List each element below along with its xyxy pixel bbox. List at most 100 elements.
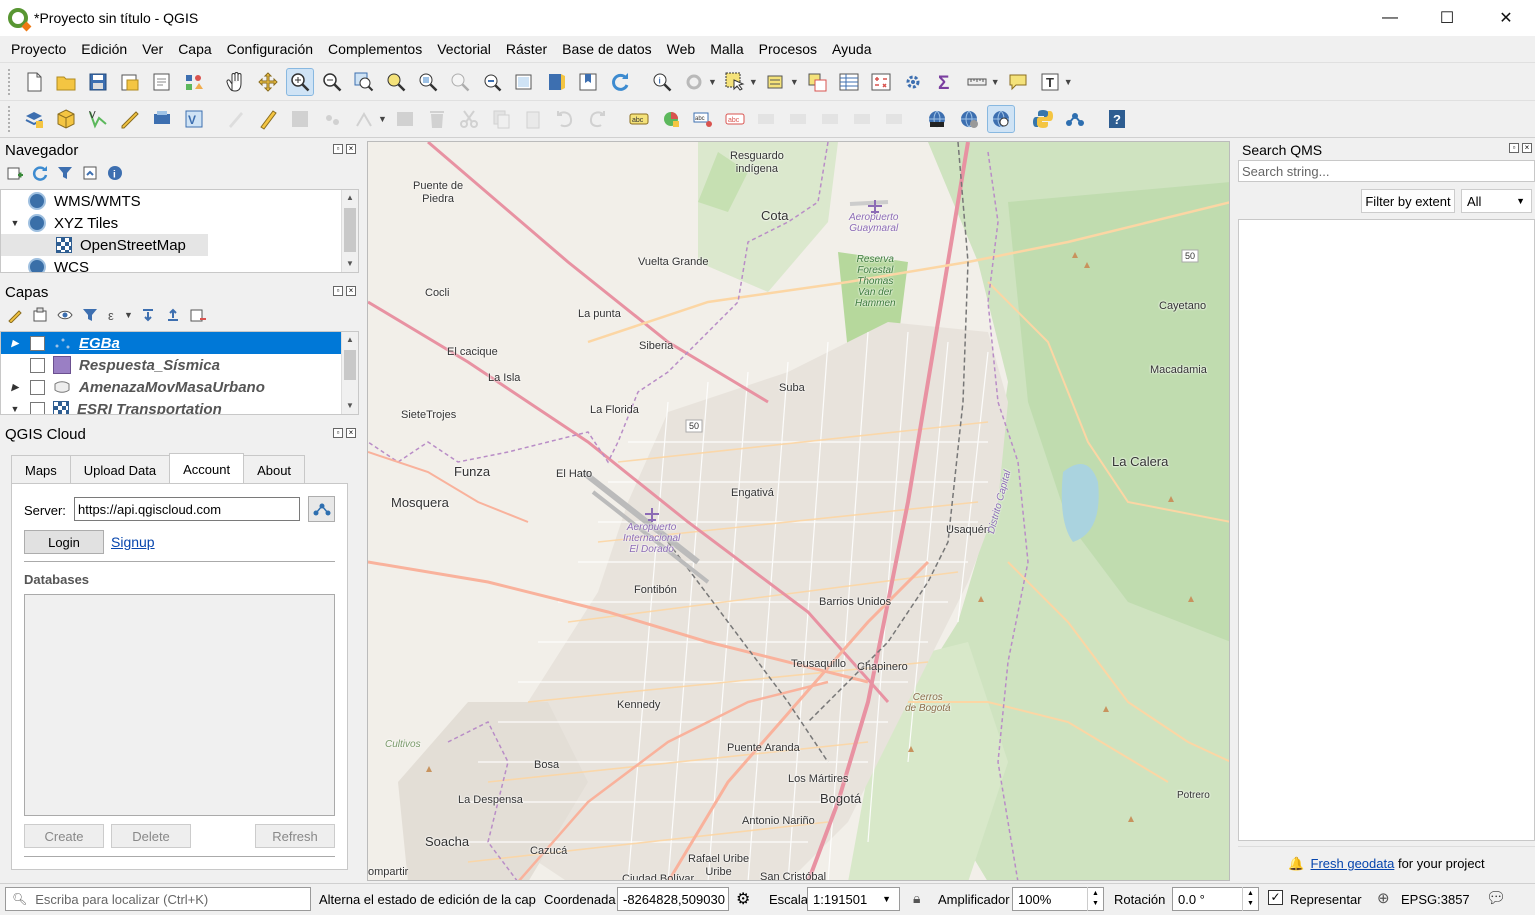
undo-icon[interactable] (551, 105, 579, 133)
layer-item-esri-transportation[interactable]: ▼ ESRI Transportation (1, 398, 358, 414)
tab-maps[interactable]: Maps (11, 455, 71, 484)
add-layer-icon[interactable] (6, 164, 24, 182)
signup-link[interactable]: Signup (111, 534, 155, 550)
python-console-icon[interactable] (1029, 105, 1057, 133)
chevron-down-icon[interactable]: ▼ (790, 77, 799, 87)
tree-item-wcs[interactable]: WCS (1, 256, 358, 272)
attribute-table-icon[interactable] (835, 68, 863, 96)
add-group-icon[interactable] (31, 306, 49, 324)
render-checkbox[interactable]: ✓ (1268, 890, 1283, 905)
magnifier-input[interactable]: 100% ▲ ▼ (1012, 887, 1104, 911)
bookmark-icon[interactable] (574, 68, 602, 96)
close-icon[interactable]: × (346, 144, 356, 154)
layer-visibility-checkbox[interactable] (30, 379, 45, 395)
chevron-right-icon[interactable]: ▶ (8, 382, 22, 393)
coordinate-input[interactable]: -8264828,509030 (617, 887, 729, 911)
layer-item-amenaza[interactable]: ▶ AmenazaMovMasaUrbano (1, 376, 358, 398)
collapse-all-icon[interactable] (164, 306, 182, 324)
chevron-down-icon[interactable]: ▼ (8, 218, 22, 228)
labeling-icon[interactable]: abc (625, 105, 653, 133)
layer-visibility-checkbox[interactable] (30, 335, 45, 351)
menu-raster[interactable]: Ráster (498, 36, 554, 62)
close-icon[interactable]: × (346, 428, 356, 438)
menu-base-de-datos[interactable]: Base de datos (554, 36, 659, 62)
style-manager-icon[interactable] (180, 68, 208, 96)
remove-layer-icon[interactable] (189, 306, 207, 324)
search-qms-icon[interactable] (986, 105, 1015, 133)
toggle-editing-icon[interactable] (254, 105, 282, 133)
select-features-icon[interactable] (721, 68, 749, 96)
scroll-up-icon[interactable]: ▲ (342, 332, 358, 348)
pin-labels-icon[interactable]: abc (689, 105, 717, 133)
quickmapservices-icon[interactable] (923, 105, 951, 133)
copy-features-icon[interactable] (487, 105, 515, 133)
crs-globe-icon[interactable]: ⊕ (1377, 889, 1390, 907)
qgis-cloud-icon[interactable] (1061, 105, 1089, 133)
qgis-cloud-logo-button[interactable] (308, 496, 335, 522)
login-button[interactable]: Login (24, 530, 104, 554)
data-source-manager-icon[interactable] (20, 105, 48, 133)
tree-item-xyz-tiles[interactable]: ▼ XYZ Tiles (1, 212, 358, 234)
layout-manager-icon[interactable] (148, 68, 176, 96)
chevron-down-icon[interactable]: ▼ (8, 404, 22, 414)
pan-map-icon[interactable] (222, 68, 250, 96)
add-point-icon[interactable] (318, 105, 346, 133)
menu-configuracion[interactable]: Configuración (219, 36, 320, 62)
label-properties-icon[interactable] (881, 105, 909, 133)
float-icon[interactable]: ▫ (1509, 143, 1519, 153)
text-annotation-icon[interactable]: T (1036, 68, 1064, 96)
chevron-down-icon[interactable]: ▼ (749, 77, 758, 87)
deselect-all-icon[interactable] (803, 68, 831, 96)
refresh-icon[interactable] (606, 68, 634, 96)
chevron-down-icon[interactable]: ▼ (378, 114, 387, 124)
measure-icon[interactable] (963, 68, 991, 96)
move-label-icon[interactable] (753, 105, 781, 133)
select-by-value-icon[interactable] (762, 68, 790, 96)
scroll-down-icon[interactable]: ▼ (342, 256, 358, 272)
chevron-down-icon[interactable]: ▼ (124, 310, 133, 320)
locator-input[interactable]: 🔍︎ Escriba para localizar (Ctrl+K) (5, 887, 311, 911)
chevron-down-icon[interactable]: ▼ (708, 77, 717, 87)
layer-visibility-checkbox[interactable] (30, 357, 45, 373)
menu-malla[interactable]: Malla (702, 36, 750, 62)
zoom-last-icon[interactable] (478, 68, 506, 96)
menu-web[interactable]: Web (659, 36, 703, 62)
collapse-all-icon[interactable] (81, 164, 99, 182)
tab-account[interactable]: Account (169, 453, 245, 484)
float-icon[interactable]: ▫ (333, 144, 343, 154)
fresh-geodata-link[interactable]: Fresh geodata (1311, 856, 1395, 871)
messages-icon[interactable]: 💬︎ (1486, 888, 1506, 908)
layer-item-egba[interactable]: ▶ EGBa (1, 332, 358, 354)
filter-icon[interactable] (56, 164, 74, 182)
new-print-layout-icon[interactable] (116, 68, 144, 96)
delete-button[interactable]: Delete (111, 824, 191, 848)
new-virtual-layer-icon[interactable] (148, 105, 176, 133)
server-input[interactable]: https://api.qgiscloud.com (74, 497, 300, 521)
paste-features-icon[interactable] (519, 105, 547, 133)
tree-item-wms-wmts[interactable]: WMS/WMTS (1, 190, 358, 212)
tab-about[interactable]: About (243, 455, 306, 484)
info-icon[interactable]: i (106, 164, 124, 182)
menu-proyecto[interactable]: Proyecto (0, 36, 73, 62)
processing-toolbox-icon[interactable] (899, 68, 927, 96)
menu-vectorial[interactable]: Vectorial (429, 36, 498, 62)
lock-icon[interactable]: 🔒︎ (913, 890, 920, 907)
tab-upload-data[interactable]: Upload Data (69, 455, 171, 484)
close-icon[interactable]: × (346, 286, 356, 296)
scroll-thumb[interactable] (344, 350, 356, 380)
zoom-to-selection-icon[interactable] (382, 68, 410, 96)
layer-item-respuesta-sismica[interactable]: Respuesta_Sísmica (1, 354, 358, 376)
new-shapefile-icon[interactable]: V (84, 105, 112, 133)
field-calculator-icon[interactable] (867, 68, 895, 96)
chevron-down-icon[interactable]: ▼ (1064, 77, 1073, 87)
move-diagram-icon[interactable] (849, 105, 877, 133)
manage-visibility-icon[interactable] (56, 306, 74, 324)
toolbar-grip[interactable] (8, 106, 12, 132)
statistics-summary-icon[interactable]: Σ (931, 68, 959, 96)
chevron-down-icon[interactable]: ▼ (991, 77, 1000, 87)
show-hide-labels-icon[interactable]: abc (721, 105, 749, 133)
save-project-icon[interactable] (84, 68, 112, 96)
open-project-icon[interactable] (52, 68, 80, 96)
chevron-right-icon[interactable]: ▶ (8, 338, 22, 349)
new-temporary-layer-icon[interactable] (116, 105, 144, 133)
